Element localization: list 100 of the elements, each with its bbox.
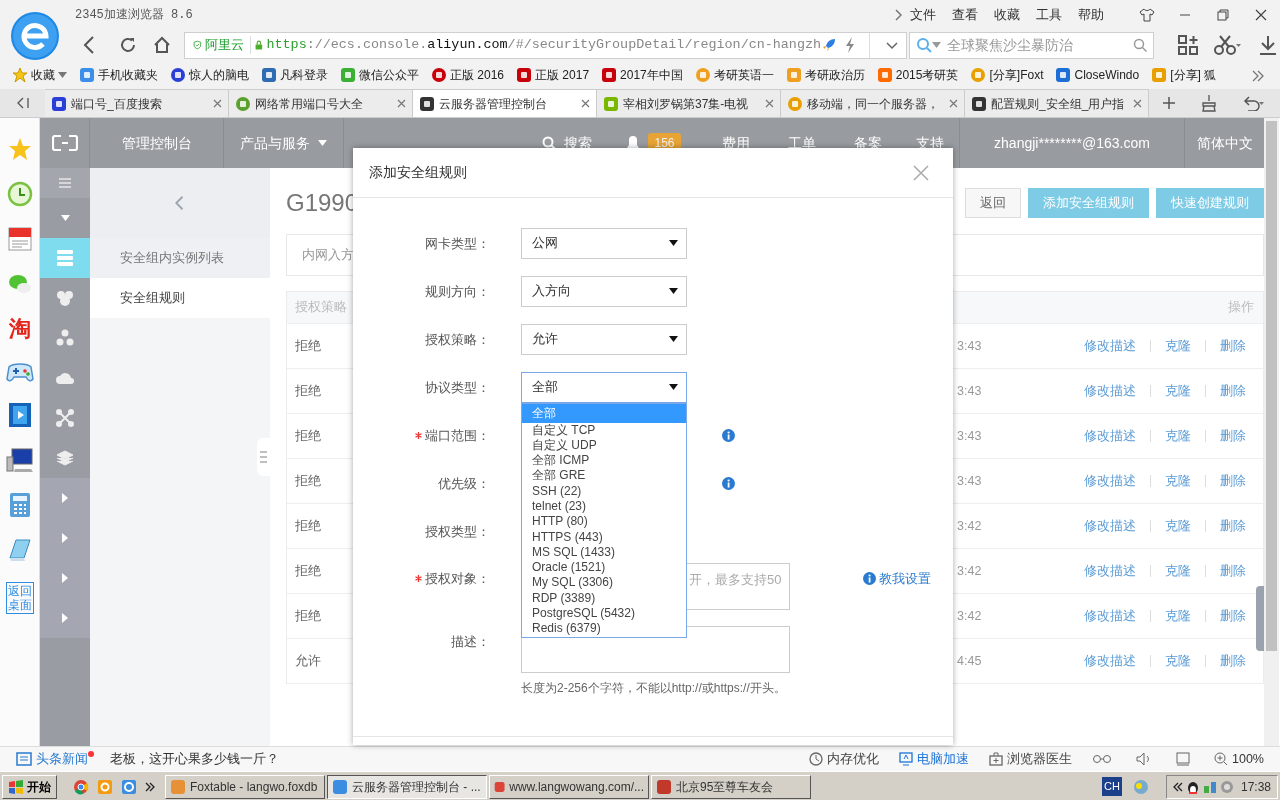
back-icon[interactable] xyxy=(83,36,95,54)
dropdown-option[interactable]: My SQL (3306) xyxy=(522,575,686,591)
dropdown-option[interactable]: 全部 GRE xyxy=(522,468,686,484)
film-icon[interactable] xyxy=(7,402,32,428)
bookmark[interactable]: 正版 2016 xyxy=(425,66,511,84)
browser-tab[interactable]: 移动端，同一个服务器， xyxy=(781,89,965,117)
close-icon[interactable] xyxy=(397,99,406,108)
dropdown-option[interactable]: RDP (3389) xyxy=(522,590,686,607)
dropdown-option[interactable]: SSH (22) xyxy=(522,483,686,499)
glasses-icon[interactable] xyxy=(1092,754,1112,764)
calculator-icon[interactable] xyxy=(8,492,31,518)
collapse-left-icon[interactable] xyxy=(15,97,30,109)
submenu-item[interactable]: 安全组规则 xyxy=(90,278,270,318)
close-icon[interactable] xyxy=(765,99,774,108)
menu-item[interactable]: 收藏 xyxy=(986,5,1028,25)
taskbar-button[interactable]: www.langwowang.com/... xyxy=(489,774,649,799)
speaker-icon[interactable] xyxy=(1136,752,1152,766)
app-icon[interactable] xyxy=(97,778,113,795)
browser-tab[interactable]: 网络常用端口号大全 xyxy=(229,89,413,117)
collapse-handle[interactable] xyxy=(257,438,270,476)
dropdown-option[interactable]: MS SQL (1433) xyxy=(522,544,686,561)
clock-icon[interactable] xyxy=(6,181,33,207)
browser-tab[interactable]: 端口号_百度搜索 xyxy=(45,89,229,117)
search-box[interactable]: 全球聚焦沙尘暴防治 xyxy=(909,31,1154,59)
close-icon[interactable] xyxy=(949,99,958,108)
favorites-menu[interactable]: 收藏 xyxy=(6,66,73,84)
shirt-icon[interactable] xyxy=(1139,8,1155,22)
help-link[interactable]: 教我设置 xyxy=(863,563,931,594)
menu-item[interactable]: 工具 xyxy=(1028,5,1070,25)
scroll-thumb[interactable] xyxy=(1266,121,1277,651)
select-field[interactable]: 公网 xyxy=(521,227,687,259)
lightning-icon[interactable] xyxy=(845,37,855,53)
bookmark[interactable]: 微信公众平 xyxy=(334,66,425,84)
bookmark[interactable]: 惊人的脑电 xyxy=(164,66,255,84)
close-icon[interactable] xyxy=(213,99,222,108)
bookmark[interactable]: 正版 2017 xyxy=(510,66,596,84)
ie-icon[interactable] xyxy=(121,778,137,795)
browser-tab[interactable]: 配置规则_安全组_用户指 xyxy=(965,89,1149,117)
bookmark[interactable]: 考研政治历 xyxy=(779,66,871,84)
bookmark[interactable]: 2015考研英 xyxy=(870,66,965,84)
bookmark[interactable]: [分享]Foxt xyxy=(964,66,1050,84)
apps-icon[interactable] xyxy=(1178,35,1198,55)
download-icon[interactable] xyxy=(1258,35,1278,55)
dropdown-option[interactable]: 全部 ICMP xyxy=(522,453,686,469)
expand-icon[interactable] xyxy=(62,493,68,503)
dropdown-option[interactable]: HTTPS (443) xyxy=(522,529,686,545)
expand-left-icon[interactable] xyxy=(1172,781,1183,792)
dropdown-option[interactable]: Redis (6379) xyxy=(522,621,686,637)
bookmark[interactable]: 凡科登录 xyxy=(255,66,334,84)
more-icon[interactable] xyxy=(145,781,155,792)
restore-icon[interactable] xyxy=(1217,9,1229,21)
taskbar-button[interactable]: Foxtable - langwo.foxdb xyxy=(165,774,325,799)
new-tab-icon[interactable] xyxy=(1162,96,1176,110)
expand-icon[interactable] xyxy=(62,573,68,583)
window-icon[interactable] xyxy=(1176,752,1190,766)
gamepad-icon[interactable] xyxy=(5,361,34,383)
close-icon[interactable] xyxy=(581,99,590,108)
newspaper-icon[interactable] xyxy=(6,226,33,252)
menu-item[interactable]: 查看 xyxy=(944,5,986,25)
chrome-icon[interactable] xyxy=(73,778,89,795)
shop-icon[interactable]: 淘 xyxy=(6,316,33,342)
search-icon[interactable] xyxy=(1133,38,1147,52)
undo-icon[interactable] xyxy=(1242,95,1264,111)
submenu-item[interactable]: 安全组内实例列表 xyxy=(90,238,270,278)
news-headline[interactable]: 老板，这开心果多少钱一斤？ xyxy=(110,749,279,769)
dropdown-option[interactable]: 自定义 TCP xyxy=(522,422,686,438)
menu-item[interactable]: 帮助 xyxy=(1070,5,1112,25)
address-bar[interactable]: 阿里云 https://ecs.console.aliyun.com/#/securityGroupDetail/region/cn-hangzh xyxy=(184,31,907,59)
input-method[interactable]: CH xyxy=(1102,777,1122,796)
menu-item[interactable]: 文件 xyxy=(902,5,944,25)
dropdown-option[interactable]: 自定义 UDP xyxy=(522,437,686,454)
dropdown-option[interactable]: HTTP (80) xyxy=(522,514,686,530)
bookmark[interactable]: 考研英语一 xyxy=(688,66,780,84)
reload-icon[interactable] xyxy=(119,36,137,54)
chevron-right-icon[interactable] xyxy=(894,9,902,21)
bookmark[interactable]: [分享] 狐 xyxy=(1145,66,1223,84)
bookmark[interactable]: CloseWindo xyxy=(1049,66,1146,84)
back-button[interactable]: 返回 xyxy=(965,188,1021,218)
close-icon[interactable] xyxy=(1133,99,1142,108)
select-field[interactable]: 全部 xyxy=(521,371,687,403)
rocket-icon[interactable] xyxy=(821,37,837,53)
bell-icon[interactable] xyxy=(626,135,641,151)
desktop-button[interactable]: 返回桌面 xyxy=(5,582,34,614)
select-field[interactable]: 入方向 xyxy=(521,275,687,307)
home-icon[interactable] xyxy=(153,36,171,54)
notepad-icon[interactable] xyxy=(6,537,33,563)
bookmark[interactable]: 手机收藏夹 xyxy=(73,66,164,84)
status-tool[interactable]: 电脑加速 xyxy=(899,749,969,769)
dropdown-icon[interactable] xyxy=(886,41,898,50)
computer-icon[interactable] xyxy=(5,447,34,473)
broom-icon[interactable] xyxy=(1200,94,1218,112)
status-tool[interactable]: 内存优化 xyxy=(809,749,879,769)
browser-tab[interactable]: 宰相刘罗锅第37集-电视 xyxy=(597,89,781,117)
bookmark[interactable]: 2017年中国 xyxy=(595,66,689,84)
browser-tab[interactable]: 云服务器管理控制台 xyxy=(413,89,597,117)
dropdown-option[interactable]: telnet (23) xyxy=(522,499,686,515)
dropdown-option[interactable]: PostgreSQL (5432) xyxy=(522,606,686,622)
select-field[interactable]: 允许 xyxy=(521,323,687,355)
news-link[interactable]: 头条新闻 xyxy=(36,749,88,769)
zoom-icon[interactable] xyxy=(1214,752,1228,766)
